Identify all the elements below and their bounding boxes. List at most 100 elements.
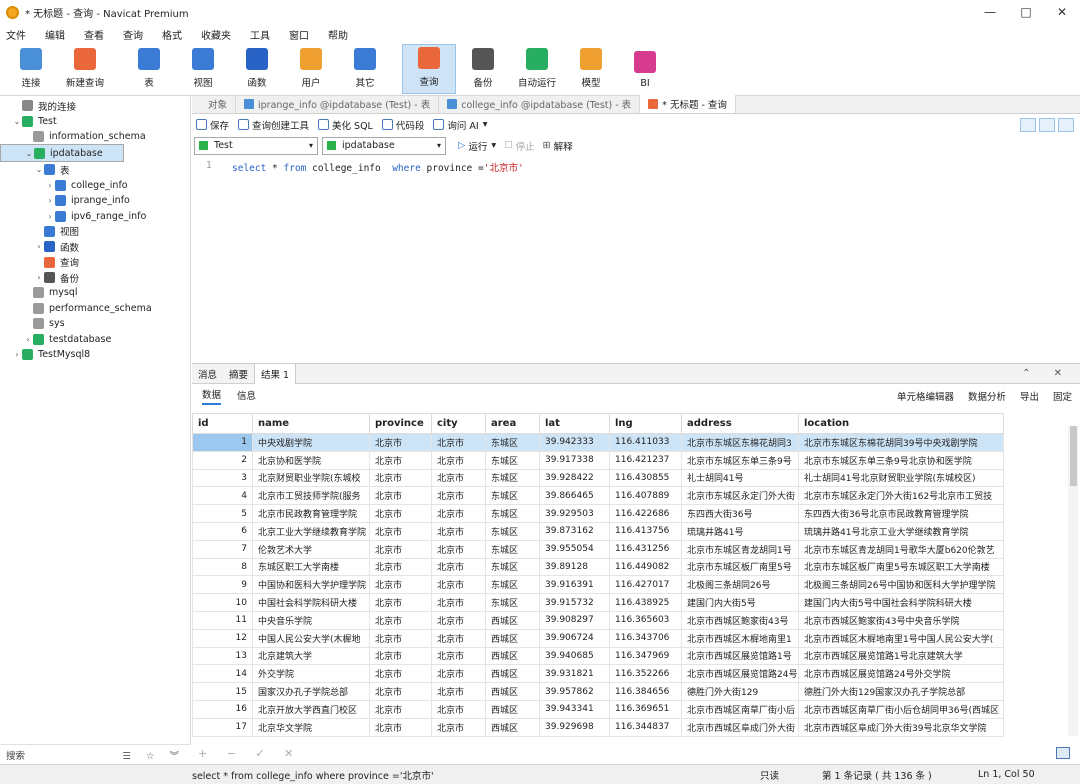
table-cell[interactable]: 西城区 (485, 610, 540, 630)
table-cell[interactable]: 西城区 (485, 682, 540, 701)
table-row[interactable]: 3 北京财贸职业学院(东城校 北京市 北京市 东城区 39.928422 116.43085… (192, 468, 1004, 488)
toolbar-button-3[interactable]: 视图 (176, 44, 230, 94)
table-row[interactable]: 1 中央戏剧学院 北京市 北京市 东城区 39.942333 116.411033 北京市东城… (192, 433, 1004, 452)
result-panel-controls[interactable]: ⌃ ✕ (1022, 368, 1072, 379)
table-cell[interactable]: 39.873162 (539, 521, 610, 541)
expand-toggle-icon[interactable]: ⌄ (24, 149, 34, 158)
table-cell[interactable]: 39.943341 (539, 699, 610, 719)
table-cell[interactable]: 39.931821 (539, 664, 610, 684)
table-cell[interactable]: 39.929698 (539, 717, 610, 737)
column-header[interactable]: name (252, 413, 370, 434)
table-row[interactable]: 6 北京工业大学继续教育学院 北京市 北京市 东城区 39.873162 116.41375… (192, 521, 1004, 541)
table-cell[interactable]: 39.89128 (539, 557, 610, 577)
table-cell[interactable]: 北京财贸职业学院(东城校 (252, 468, 370, 488)
table-cell[interactable]: 北京市东城区板厂南里5号东城区职工大学南楼 (798, 557, 1004, 577)
table-cell[interactable]: 中国人民公安大学(木樨地 (252, 628, 370, 648)
table-cell[interactable]: 东四西大街36号 (681, 504, 799, 523)
pin-button[interactable]: 固定 (1053, 389, 1072, 403)
table-cell[interactable]: 中央音乐学院 (252, 610, 370, 630)
table-cell[interactable]: 北京市东城区东棉花胡同39号中央戏剧学院 (798, 433, 1004, 452)
table-cell[interactable]: 39.928422 (539, 468, 610, 488)
menu-view[interactable]: 查看 (84, 27, 104, 42)
scrollbar-thumb[interactable] (1070, 426, 1077, 486)
table-cell[interactable]: 北京市 (369, 717, 432, 737)
table-cell[interactable]: 北京市东城区东单三条9号 (681, 450, 799, 470)
table-cell[interactable]: 39.929503 (539, 504, 610, 523)
table-cell[interactable]: 北京市 (369, 699, 432, 719)
sidebar-search-tools[interactable]: ☰ ☆ ︾ (122, 748, 185, 762)
table-row[interactable]: 17 北京华文学院 北京市 北京市 西城区 39.929698 116.344837 北京市西… (192, 717, 1004, 737)
table-cell[interactable]: 北京市东城区东棉花胡同3 (681, 433, 799, 452)
toolbar-button-2[interactable]: 表 (122, 44, 176, 94)
table-cell[interactable]: 116.421237 (609, 450, 682, 470)
table-row[interactable]: 4 北京市工贸技师学院(服务 北京市 北京市 东城区 39.866465 116.40788… (192, 486, 1004, 506)
table-cell[interactable]: 东四西大街36号北京市民政教育管理学院 (798, 504, 1004, 523)
tree-item[interactable]: › college_info (0, 178, 190, 193)
table-cell[interactable]: 116.413756 (609, 521, 682, 541)
table-cell[interactable]: 12 (192, 628, 253, 648)
table-row[interactable]: 11 中央音乐学院 北京市 北京市 西城区 39.908297 116.365603 北京市西… (192, 610, 1004, 630)
expand-toggle-icon[interactable]: › (23, 335, 33, 344)
expand-toggle-icon[interactable]: › (45, 212, 55, 221)
tab-summary[interactable]: 摘要 (223, 364, 254, 384)
table-cell[interactable]: 北京市西城区展览馆路24号 (681, 664, 799, 684)
ask-ai-button[interactable]: 询问 AI ▾ (433, 118, 487, 132)
toolbar-button-8[interactable]: 备份 (456, 44, 510, 94)
table-row[interactable]: 13 北京建筑大学 北京市 北京市 西城区 39.940685 116.347969 北京市西… (192, 646, 1004, 666)
table-cell[interactable]: 北京市西城区鲍家街43号中央音乐学院 (798, 610, 1004, 630)
tree-item[interactable]: information_schema (0, 129, 190, 144)
table-cell[interactable]: 北京市 (431, 468, 486, 488)
tab-result-1[interactable]: 结果 1 (254, 363, 297, 384)
tree-item[interactable]: mysql (0, 285, 190, 300)
tree-item[interactable]: sys (0, 316, 190, 331)
tab-info[interactable]: 信息 (237, 388, 256, 404)
table-cell[interactable]: 北京市西城区南草厂街小后 (681, 699, 799, 719)
tab-1[interactable]: iprange_info @ipdatabase (Test) - 表 (236, 95, 440, 113)
table-row[interactable]: 16 北京开放大学西直门校区 北京市 北京市 西城区 39.943341 116.36965… (192, 699, 1004, 719)
table-cell[interactable]: 9 (192, 575, 253, 595)
tree-item[interactable]: › 备份 (0, 270, 190, 285)
table-cell[interactable]: 礼士胡同41号北京财贸职业学院(东城校区) (798, 468, 1004, 488)
table-cell[interactable]: 西城区 (485, 646, 540, 666)
table-cell[interactable]: 北京市 (369, 450, 432, 470)
tree-item[interactable]: 视图 (0, 224, 190, 239)
table-cell[interactable]: 北京市 (369, 610, 432, 630)
table-cell[interactable]: 德胜门外大街129 (681, 682, 799, 701)
table-cell[interactable]: 北京市 (431, 504, 486, 523)
table-cell[interactable]: 北京协和医学院 (252, 450, 370, 470)
table-cell[interactable]: 东城区 (485, 575, 540, 595)
table-cell[interactable]: 北京市 (369, 646, 432, 666)
export-button[interactable]: 导出 (1020, 389, 1039, 403)
table-cell[interactable]: 39.917338 (539, 450, 610, 470)
table-cell[interactable]: 北京市 (369, 682, 432, 701)
toolbar-button-10[interactable]: 模型 (564, 44, 618, 94)
table-row[interactable]: 15 国家汉办孔子学院总部 北京市 北京市 西城区 39.957862 116.384656… (192, 682, 1004, 701)
toolbar-button-7[interactable]: 查询 (402, 44, 456, 94)
menu-file[interactable]: 文件 (6, 27, 26, 42)
menu-query[interactable]: 查询 (123, 27, 143, 42)
tree-item[interactable]: › TestMysql8 (0, 347, 190, 362)
table-cell[interactable]: 东城区 (485, 504, 540, 523)
column-header[interactable]: lng (609, 413, 682, 434)
vertical-scrollbar[interactable] (1068, 426, 1078, 736)
table-cell[interactable]: 北京市东城区永定门外大街 (681, 486, 799, 506)
table-cell[interactable]: 北京市 (431, 664, 486, 684)
table-cell[interactable]: 北京市 (431, 717, 486, 737)
table-cell[interactable]: 北京市 (431, 450, 486, 470)
table-cell[interactable]: 3 (192, 468, 253, 488)
table-cell[interactable]: 116.344837 (609, 717, 682, 737)
tree-item[interactable]: ⌄ ipdatabase (0, 144, 124, 163)
toolbar-button-11[interactable]: BI (618, 44, 672, 94)
table-cell[interactable]: 39.942333 (539, 433, 610, 452)
run-button[interactable]: ▷ 运行 ▾ (458, 139, 496, 153)
menu-format[interactable]: 格式 (162, 27, 182, 42)
table-cell[interactable]: 1 (192, 433, 253, 452)
table-cell[interactable]: 39.908297 (539, 610, 610, 630)
table-row[interactable]: 5 北京市民政教育管理学院 北京市 北京市 东城区 39.929503 116.422686… (192, 504, 1004, 523)
table-cell[interactable]: 建国门内大街5号 (681, 593, 799, 612)
table-row[interactable]: 2 北京协和医学院 北京市 北京市 东城区 39.917338 116.421237 北京市东… (192, 450, 1004, 470)
table-cell[interactable]: 39.916391 (539, 575, 610, 595)
column-header[interactable]: city (431, 413, 486, 434)
table-cell[interactable]: 116.352266 (609, 664, 682, 684)
table-cell[interactable]: 北京建筑大学 (252, 646, 370, 666)
